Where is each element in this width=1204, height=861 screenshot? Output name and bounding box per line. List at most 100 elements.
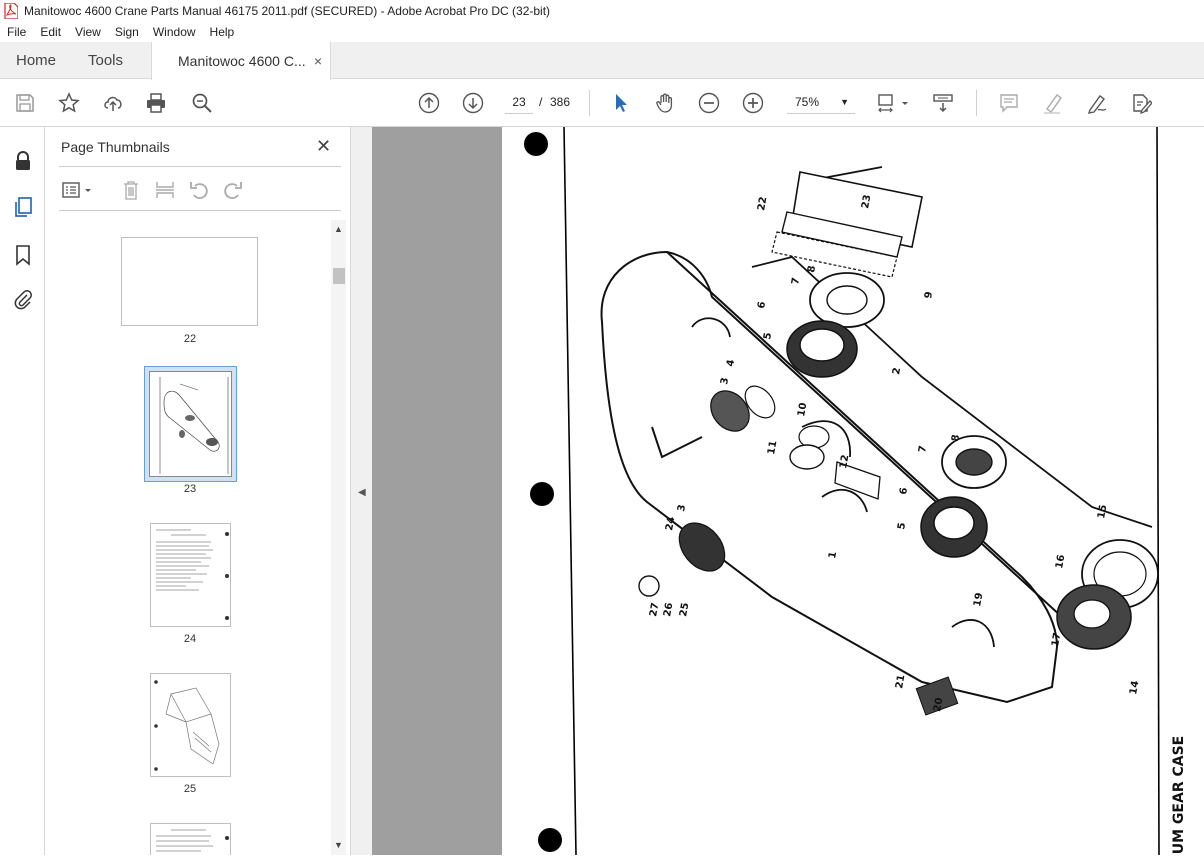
lock-icon[interactable] <box>11 149 35 173</box>
page-total: 386 <box>550 95 571 109</box>
page-separator: / <box>539 95 543 109</box>
main-toolbar <box>0 80 1204 127</box>
page-thumbnail-23[interactable] <box>149 371 232 477</box>
thumbnail-label: 22 <box>183 333 197 345</box>
share-upload-icon[interactable] <box>101 91 125 115</box>
window-title: Manitowoc 4600 Crane Parts Manual 46175 … <box>24 4 551 18</box>
chevron-down-icon: ▼ <box>840 97 849 107</box>
toolbar-divider <box>976 90 977 116</box>
hand-tool-icon[interactable] <box>653 91 677 115</box>
svg-text:5: 5 <box>896 522 908 531</box>
page-number-input[interactable]: 23 <box>505 90 533 114</box>
tab-tools[interactable]: Tools <box>88 42 123 79</box>
toolbar-divider <box>589 90 590 116</box>
close-panel-icon[interactable]: ✕ <box>316 136 331 157</box>
menu-bar: File Edit View Sign Window Help <box>0 22 1204 42</box>
panel-divider <box>59 166 341 167</box>
zoom-level-value: 75% <box>795 95 820 109</box>
document-viewer[interactable]: 1 2 3 3 4 5 5 6 6 7 7 8 8 9 10 11 12 14 … <box>372 127 1204 855</box>
close-tab-icon[interactable]: × <box>314 53 322 69</box>
rotate-clockwise-icon[interactable] <box>222 179 244 201</box>
svg-text:7: 7 <box>790 277 802 286</box>
thumbnail-partial-preview <box>156 829 229 852</box>
page-thumbnails-icon[interactable] <box>11 195 35 219</box>
svg-text:4: 4 <box>725 359 737 368</box>
panel-title: Page Thumbnails <box>61 139 170 155</box>
page-thumbnail-24[interactable] <box>150 523 231 627</box>
menu-view[interactable]: View <box>68 25 108 39</box>
svg-text:9: 9 <box>923 291 935 300</box>
svg-text:3: 3 <box>719 377 731 386</box>
scroll-up-icon[interactable]: ▲ <box>334 224 343 234</box>
thumbnail-label: 23 <box>183 483 197 495</box>
tab-bar: Home Tools Manitowoc 4600 C... × <box>0 42 1204 80</box>
attachment-paperclip-icon[interactable] <box>11 287 35 311</box>
delete-page-icon[interactable] <box>120 179 142 201</box>
svg-text:11: 11 <box>766 440 779 456</box>
select-cursor-icon[interactable] <box>609 91 633 115</box>
comment-icon[interactable] <box>997 91 1021 115</box>
tab-document[interactable]: Manitowoc 4600 C... × <box>151 42 331 80</box>
zoom-in-icon[interactable] <box>741 91 765 115</box>
page-thumbnail-25[interactable] <box>150 673 231 777</box>
tab-home[interactable]: Home <box>16 42 56 79</box>
svg-text:17: 17 <box>1050 632 1063 648</box>
thumbnail-frame-drawing-preview <box>154 680 220 771</box>
page-thumbnails-panel: Page Thumbnails ✕ 22 23 24 25 <box>45 127 350 855</box>
scrolling-mode-icon[interactable] <box>931 91 955 115</box>
page-thumbnail-22[interactable] <box>121 237 258 326</box>
menu-window[interactable]: Window <box>146 25 203 39</box>
scroll-down-icon[interactable]: ▼ <box>334 840 343 850</box>
svg-text:14: 14 <box>1128 680 1141 696</box>
previous-page-icon[interactable] <box>417 91 441 115</box>
save-icon[interactable] <box>13 91 37 115</box>
pdf-page: 1 2 3 3 4 5 5 6 6 7 7 8 8 9 10 11 12 14 … <box>502 127 1204 855</box>
menu-sign[interactable]: Sign <box>108 25 146 39</box>
fill-sign-icon[interactable] <box>1085 91 1109 115</box>
thumbnails-scrollbar[interactable]: ▲ ▼ <box>331 220 346 855</box>
svg-text:6: 6 <box>898 487 910 496</box>
left-navigation-rail <box>0 127 45 855</box>
svg-text:26: 26 <box>662 602 675 618</box>
rotate-counterclockwise-icon[interactable] <box>188 179 210 201</box>
svg-text:5: 5 <box>762 332 774 341</box>
svg-text:8: 8 <box>806 265 818 274</box>
title-bar: Manitowoc 4600 Crane Parts Manual 46175 … <box>0 0 1204 22</box>
edit-pdf-icon[interactable] <box>1129 91 1153 115</box>
thumbnail-label: 25 <box>183 783 197 795</box>
zoom-level-select[interactable]: 75% ▼ <box>787 90 855 114</box>
exploded-gear-case-drawing: 1 2 3 3 4 5 5 6 6 7 7 8 8 9 10 11 12 14 … <box>524 127 1160 855</box>
thumbnail-gear-case-preview <box>159 377 229 474</box>
menu-file[interactable]: File <box>0 25 33 39</box>
acrobat-app-icon <box>4 3 18 19</box>
panel-splitter[interactable]: ◀ <box>350 127 372 855</box>
svg-text:24: 24 <box>664 516 677 532</box>
svg-text:10: 10 <box>796 402 809 418</box>
page-fit-icon[interactable] <box>876 91 912 115</box>
svg-text:1: 1 <box>827 551 839 560</box>
next-page-icon[interactable] <box>461 91 485 115</box>
svg-text:3: 3 <box>676 504 688 513</box>
menu-edit[interactable]: Edit <box>33 25 68 39</box>
svg-text:2: 2 <box>891 367 903 376</box>
svg-text:16: 16 <box>1054 554 1067 570</box>
svg-text:21: 21 <box>894 674 907 690</box>
tab-document-label: Manitowoc 4600 C... <box>178 53 306 69</box>
svg-text:20: 20 <box>932 697 945 713</box>
panel-divider <box>59 210 341 211</box>
thumbnail-options-icon[interactable] <box>61 179 95 201</box>
caption-text: UM GEAR CASE <box>1171 735 1188 855</box>
highlight-pen-icon[interactable] <box>1041 91 1065 115</box>
zoom-out-icon[interactable] <box>697 91 721 115</box>
print-icon[interactable] <box>144 91 168 115</box>
insert-page-icon[interactable] <box>154 179 176 201</box>
collapse-panel-icon[interactable]: ◀ <box>358 487 366 498</box>
bookmark-star-icon[interactable] <box>57 91 81 115</box>
zoom-search-icon[interactable] <box>190 91 214 115</box>
menu-help[interactable]: Help <box>203 25 242 39</box>
scrollbar-thumb[interactable] <box>333 268 345 284</box>
thumbnail-label: 24 <box>183 633 197 645</box>
page-thumbnail-26[interactable] <box>150 823 231 855</box>
bookmark-icon[interactable] <box>11 243 35 267</box>
svg-text:7: 7 <box>917 445 929 454</box>
